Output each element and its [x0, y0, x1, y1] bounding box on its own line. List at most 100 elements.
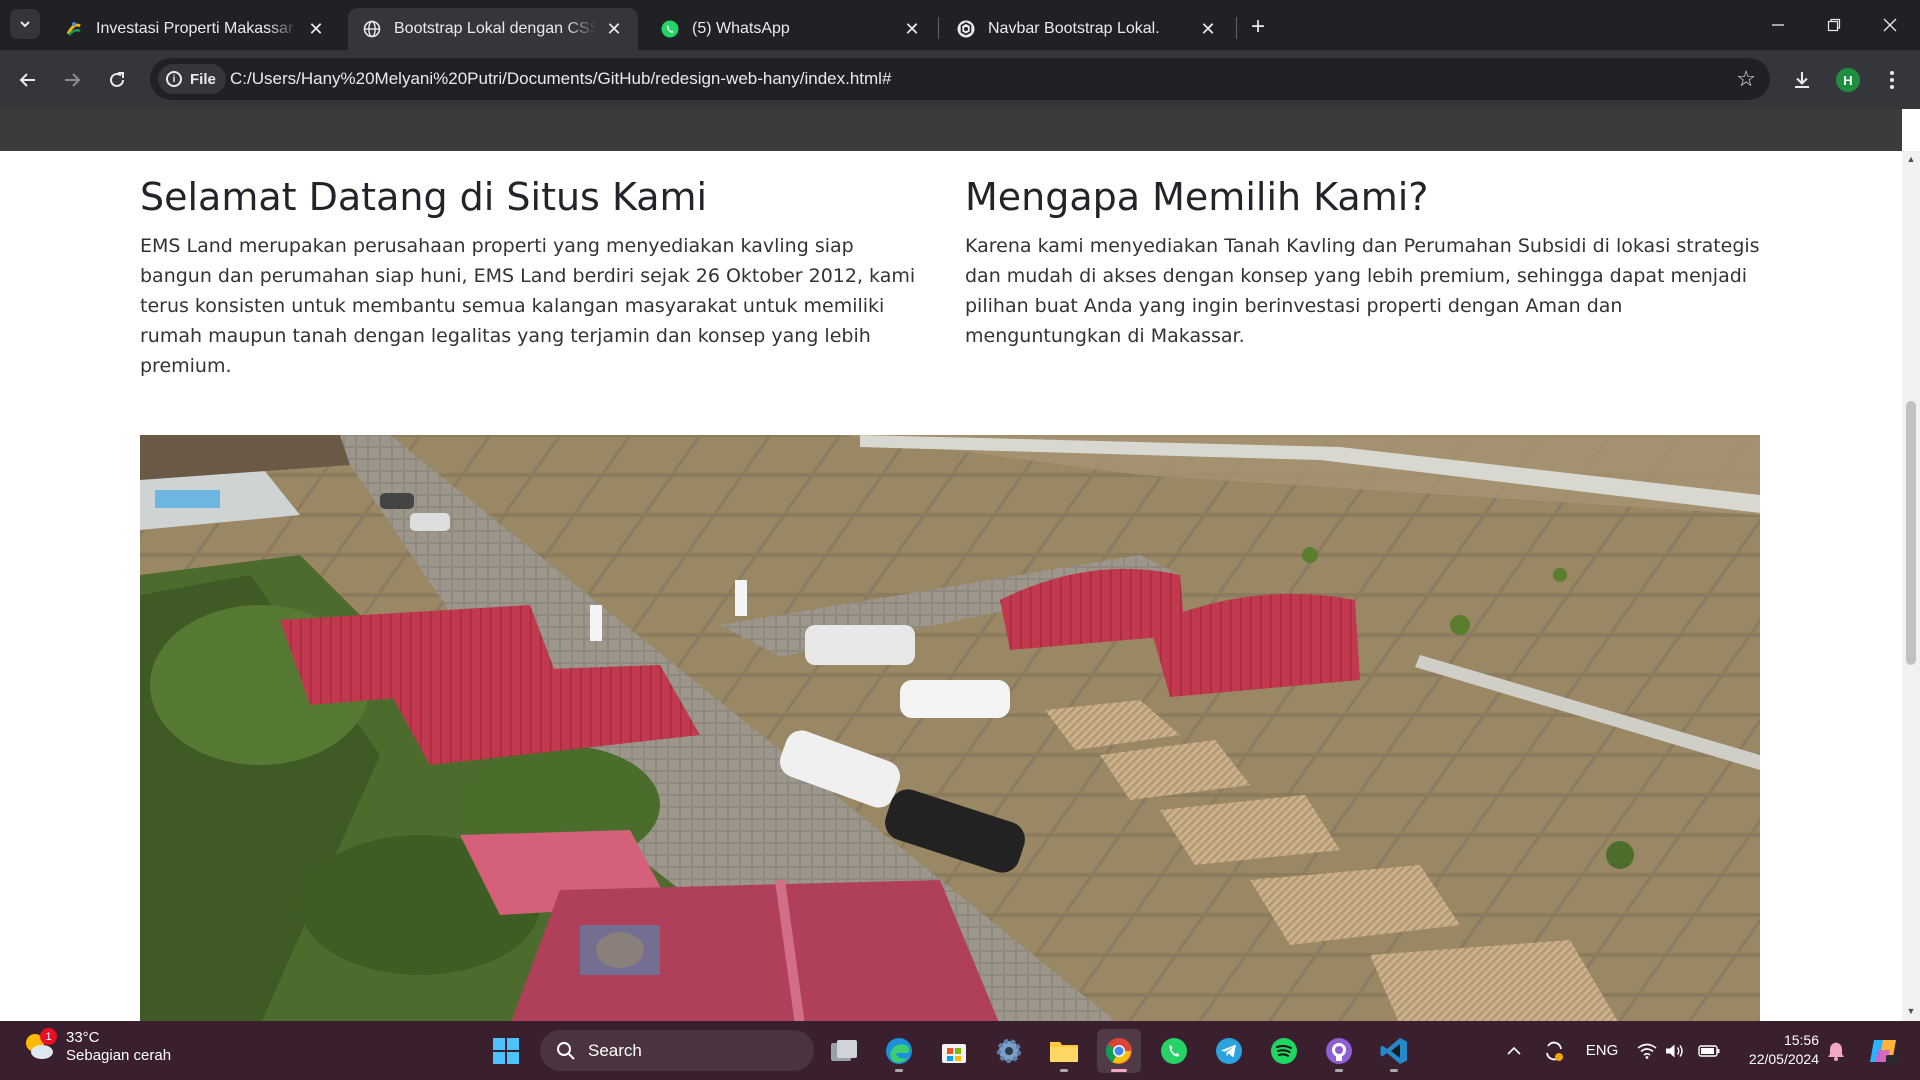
downloads-button[interactable] — [1786, 64, 1818, 96]
running-indicator — [895, 1069, 903, 1072]
taskbar-spotify[interactable] — [1262, 1029, 1306, 1073]
page-viewport: Selamat Datang di Situs Kami EMS Land me… — [0, 109, 1920, 1021]
page-scrollbar[interactable]: ▲ ▼ — [1902, 151, 1920, 1021]
site-navbar — [0, 109, 1902, 151]
telegram-icon — [1216, 1038, 1242, 1064]
forward-button[interactable] — [56, 64, 88, 96]
search-icon — [557, 1041, 575, 1060]
profile-button[interactable]: H — [1832, 64, 1864, 96]
globe-icon — [362, 19, 382, 39]
why-us-heading: Mengapa Memilih Kami? — [965, 175, 1429, 219]
spotify-icon — [1271, 1038, 1297, 1064]
chatgpt-icon — [956, 19, 976, 39]
running-indicator — [1335, 1069, 1343, 1072]
more-vert-icon — [1890, 71, 1894, 89]
sync-tray-button[interactable] — [1537, 1021, 1571, 1080]
close-tab-icon[interactable]: ✕ — [306, 19, 326, 39]
site-info-chip[interactable]: i File — [158, 64, 226, 94]
taskbar-edge[interactable] — [877, 1029, 921, 1073]
wifi-icon[interactable] — [1634, 1021, 1660, 1080]
weather-description: Sebagian cerah — [66, 1047, 172, 1064]
weather-widget[interactable]: 1 33°C Sebagian cerah — [22, 1028, 172, 1065]
restore-icon — [1827, 18, 1841, 32]
arrow-right-icon — [65, 73, 81, 87]
volume-icon[interactable] — [1662, 1021, 1688, 1080]
url-text[interactable]: C:/Users/Hany%20Melyani%20Putri/Document… — [230, 69, 891, 89]
browser-menu-button[interactable] — [1876, 64, 1908, 96]
show-hidden-icons-button[interactable] — [1500, 1021, 1528, 1080]
scrollbar-thumb[interactable] — [1906, 401, 1916, 665]
clock-time: 15:56 — [1783, 1032, 1819, 1048]
microsoft-store-icon — [942, 1044, 966, 1063]
notifications-bell-icon[interactable] — [1822, 1021, 1850, 1080]
input-language[interactable]: ENG — [1578, 1021, 1626, 1080]
windows-taskbar: 1 33°C Sebagian cerah Search ENG 15:56 2… — [0, 1021, 1920, 1080]
task-view-icon — [831, 1040, 857, 1061]
bookmark-star-icon[interactable]: ☆ — [1736, 66, 1756, 92]
taskbar-chrome[interactable] — [1097, 1029, 1141, 1073]
partly-sunny-icon: 1 — [22, 1028, 57, 1064]
folder-icon — [1050, 1042, 1078, 1062]
taskbar-store[interactable] — [932, 1029, 976, 1073]
minimize-icon — [1772, 24, 1784, 26]
search-label: Search — [588, 1040, 642, 1060]
tab-ems-land[interactable]: Investasi Properti Makassar | EMS Land ✕ — [50, 8, 340, 50]
start-button[interactable] — [484, 1029, 528, 1073]
taskbar-file-explorer[interactable] — [1042, 1029, 1086, 1073]
github-icon — [1326, 1038, 1352, 1064]
tab-title: Bootstrap Lokal dengan CSS dan JS — [394, 20, 596, 37]
welcome-section: Selamat Datang di Situs Kami EMS Land me… — [140, 175, 925, 381]
taskbar-telegram[interactable] — [1207, 1029, 1251, 1073]
taskbar-clock[interactable]: 15:56 22/05/2024 — [1735, 1031, 1819, 1069]
task-view-button[interactable] — [822, 1029, 866, 1073]
weather-temperature: 33°C — [66, 1029, 100, 1046]
running-indicator — [1111, 1069, 1127, 1072]
tab-title: Navbar Bootstrap Lokal. — [988, 20, 1160, 37]
tab-search-button[interactable] — [10, 9, 40, 39]
browser-tab-strip: Investasi Properti Makassar | EMS Land ✕… — [0, 0, 1920, 50]
reload-button[interactable] — [101, 64, 133, 96]
info-icon: i — [166, 71, 182, 87]
file-chip-label: File — [190, 70, 216, 88]
tab-bootstrap-lokal[interactable]: Bootstrap Lokal dengan CSS dan JS ✕ — [348, 8, 638, 50]
welcome-heading: Selamat Datang di Situs Kami — [140, 175, 708, 219]
new-tab-button[interactable]: + — [1244, 13, 1272, 41]
scroll-down-icon[interactable]: ▼ — [1902, 1003, 1920, 1019]
whatsapp-icon — [1161, 1038, 1187, 1064]
scroll-up-icon[interactable]: ▲ — [1902, 151, 1920, 167]
restore-button[interactable] — [1806, 0, 1862, 50]
address-bar[interactable]: i File C:/Users/Hany%20Melyani%20Putri/D… — [150, 58, 1770, 100]
taskbar-github-desktop[interactable] — [1317, 1029, 1361, 1073]
running-indicator — [1060, 1069, 1068, 1072]
tab-separator — [938, 17, 939, 39]
copilot-icon[interactable] — [1864, 1021, 1904, 1080]
battery-icon[interactable] — [1694, 1021, 1724, 1080]
close-tab-icon[interactable]: ✕ — [604, 19, 624, 39]
chevron-up-icon — [1507, 1046, 1521, 1055]
close-tab-icon[interactable]: ✕ — [902, 19, 922, 39]
close-window-button[interactable] — [1862, 0, 1918, 50]
edge-icon — [886, 1038, 912, 1064]
profile-avatar: H — [1836, 68, 1860, 92]
minimize-button[interactable] — [1750, 0, 1806, 50]
arrow-left-icon — [19, 73, 35, 87]
taskbar-search[interactable]: Search — [540, 1030, 814, 1071]
close-tab-icon[interactable]: ✕ — [1198, 19, 1218, 39]
tab-title: (5) WhatsApp — [692, 20, 790, 37]
back-button[interactable] — [12, 64, 44, 96]
why-us-section: Mengapa Memilih Kami? Karena kami menyed… — [965, 175, 1765, 351]
ems-land-favicon-icon — [64, 19, 84, 39]
taskbar-whatsapp[interactable] — [1152, 1029, 1196, 1073]
reload-icon — [110, 72, 124, 87]
tab-title: Investasi Properti Makassar | EMS Land — [96, 20, 298, 37]
tab-navbar-bootstrap[interactable]: Navbar Bootstrap Lokal. ✕ — [942, 8, 1232, 50]
gear-icon — [997, 1039, 1021, 1063]
windows-logo-icon — [493, 1038, 519, 1064]
property-aerial-photo — [140, 435, 1760, 1021]
running-indicator — [1390, 1069, 1398, 1072]
tab-whatsapp[interactable]: (5) WhatsApp ✕ — [646, 8, 936, 50]
vscode-icon — [1380, 1038, 1407, 1064]
tab-separator — [1236, 17, 1237, 39]
taskbar-vscode[interactable] — [1372, 1029, 1416, 1073]
taskbar-settings[interactable] — [987, 1029, 1031, 1073]
